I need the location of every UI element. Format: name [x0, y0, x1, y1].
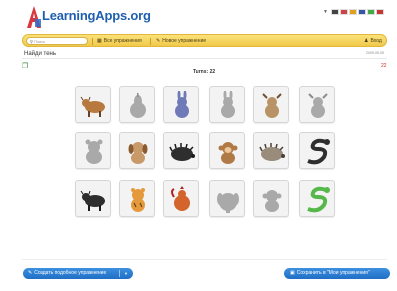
- card-rabbit-color[interactable]: [163, 86, 199, 123]
- save-my-label: Сохранить в "Мои упражнения": [296, 270, 370, 276]
- page-title: Найди тень: [24, 51, 56, 57]
- search-placeholder: Поиск: [33, 39, 46, 44]
- language-selector[interactable]: ▼: [323, 9, 384, 15]
- card-hedgehog-color[interactable]: [253, 132, 289, 169]
- card-bull-color[interactable]: [75, 86, 111, 123]
- search-icon: ⚲: [30, 39, 33, 44]
- login-label: Вход: [370, 38, 382, 44]
- nav-all-exercises[interactable]: ▦ Все упражнения: [97, 37, 142, 45]
- logo-icon: [27, 6, 41, 28]
- card-goat-color[interactable]: [253, 86, 289, 123]
- card-snake-shadow[interactable]: [299, 132, 335, 169]
- card-elephant-shadow[interactable]: [209, 180, 245, 217]
- button-divider: [119, 270, 120, 277]
- tiger-icon: [131, 188, 145, 212]
- flag-ru-icon[interactable]: [375, 9, 384, 15]
- nav-all-exercises-label: Все упражнения: [103, 38, 142, 44]
- snake-icon: [307, 138, 330, 165]
- rabbit-icon: [221, 91, 235, 118]
- monkey-icon: [218, 142, 238, 164]
- elephant-icon: [217, 193, 239, 213]
- flag-fr-icon[interactable]: [357, 9, 366, 15]
- card-teddy-bear-shadow[interactable]: [75, 132, 111, 169]
- nav-bar: ⚲Поиск ▦ Все упражнения ✎ Новое упражнение…: [22, 34, 387, 47]
- card-pear-shadow[interactable]: [119, 86, 155, 123]
- flag-en-icon[interactable]: [339, 9, 348, 15]
- rabbit-icon: [175, 91, 189, 118]
- nav-divider: [92, 38, 93, 45]
- flag-it-icon[interactable]: [366, 9, 375, 15]
- bull-icon: [80, 190, 105, 211]
- nav-new-exercise-label: Новое упражнение: [162, 38, 207, 44]
- hedgehog-icon: [259, 143, 285, 161]
- edit-icon: ✎: [28, 270, 33, 276]
- create-similar-button[interactable]: ✎ Создать подобное упражнение ▼: [23, 268, 133, 279]
- bull-icon: [80, 96, 105, 117]
- nav-new-exercise[interactable]: ✎ Новое упражнение: [156, 37, 206, 45]
- card-hedgehog-shadow[interactable]: [163, 132, 199, 169]
- logo-text: LearningApps.org: [42, 8, 151, 23]
- divider: [22, 58, 387, 59]
- dog-icon: [128, 142, 148, 164]
- turns-counter: Turns: 22: [193, 69, 216, 75]
- card-monkey-shadow[interactable]: [253, 180, 289, 217]
- grid-icon: ▦: [97, 38, 102, 44]
- card-monkey-color[interactable]: [209, 132, 245, 169]
- rooster-icon: [171, 186, 190, 211]
- chevron-down-icon[interactable]: ▼: [124, 268, 128, 279]
- chevron-down-icon: ▼: [323, 9, 328, 15]
- teddy-bear-icon: [85, 139, 103, 164]
- card-rabbit-shadow[interactable]: [209, 86, 245, 123]
- user-icon: ♟: [364, 38, 369, 44]
- card-tiger-color[interactable]: [119, 180, 155, 217]
- login-link[interactable]: ♟ Вход: [364, 37, 382, 45]
- create-similar-label: Создать подобное упражнение: [34, 270, 107, 276]
- save-icon: ▣: [290, 270, 295, 276]
- date-label: 2009-05-05: [366, 51, 384, 55]
- share-icon[interactable]: ❐: [22, 62, 28, 70]
- flag-es-icon[interactable]: [348, 9, 357, 15]
- goat-icon: [308, 93, 328, 118]
- nav-divider: [150, 38, 151, 45]
- flag-de-icon[interactable]: [330, 9, 339, 15]
- card-snake-color[interactable]: [299, 180, 335, 217]
- page: LearningApps.org ▼ ⚲Поиск ▦ Все упражнени…: [0, 0, 397, 291]
- card-dog-color[interactable]: [119, 132, 155, 169]
- pencil-icon: ✎: [156, 38, 161, 44]
- snake-icon: [307, 186, 330, 213]
- save-my-exercises-button[interactable]: ▣ Сохранить в "Мои упражнения": [284, 268, 390, 279]
- pear-icon: [130, 93, 146, 118]
- goat-icon: [262, 93, 282, 118]
- monkey-icon: [262, 190, 282, 212]
- card-rooster-color[interactable]: [163, 180, 199, 217]
- logo[interactable]: LearningApps.org: [26, 3, 186, 35]
- hedgehog-icon: [169, 143, 195, 161]
- card-bull-shadow[interactable]: [75, 180, 111, 217]
- card-goat-shadow[interactable]: [299, 86, 335, 123]
- search-input[interactable]: ⚲Поиск: [26, 37, 88, 45]
- score-counter: 22: [381, 63, 387, 69]
- footer-divider: [22, 259, 387, 260]
